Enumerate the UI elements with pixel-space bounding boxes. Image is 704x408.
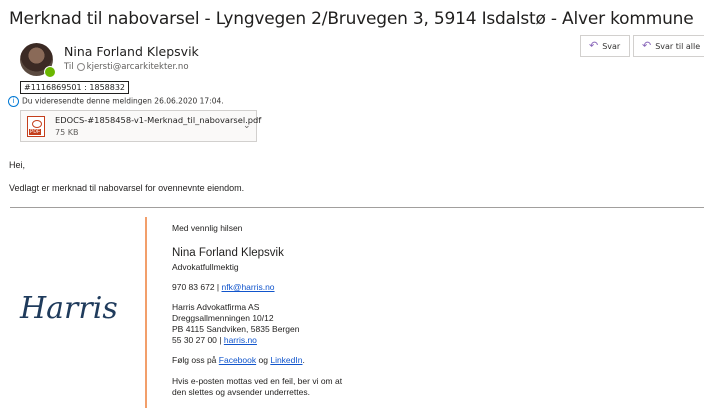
sig-disclaimer-2: den slettes og avsender underrettes. bbox=[172, 387, 310, 397]
sig-postbox: PB 4115 Sandviken, 5835 Bergen bbox=[172, 324, 300, 334]
sig-office-phone: 55 30 27 00 bbox=[172, 335, 217, 345]
reply-button[interactable]: ↶ Svar bbox=[580, 35, 630, 57]
attachment-card[interactable]: EDOCS-#1858458-v1-Merknad_til_nabovarsel… bbox=[20, 110, 261, 142]
linkedin-link[interactable]: LinkedIn bbox=[270, 355, 302, 365]
reply-all-label: Svar til alle bbox=[655, 42, 701, 51]
sig-name: Nina Forland Klepsvik bbox=[172, 247, 284, 259]
sig-follow-line: Følg oss på Facebook og LinkedIn. bbox=[172, 355, 305, 365]
forward-info-text: Du videresendte denne meldingen 26.06.20… bbox=[22, 96, 224, 106]
sig-company: Harris Advokatfirma AS bbox=[172, 302, 260, 312]
message-text: Vedlagt er merknad til nabovarsel for ov… bbox=[9, 183, 245, 193]
reply-arrow-icon: ↶ bbox=[589, 39, 599, 52]
pdf-file-icon bbox=[27, 116, 45, 137]
presence-available-icon bbox=[44, 66, 56, 78]
reply-all-button[interactable]: ↶ Svar til alle bbox=[633, 35, 704, 57]
sender-name[interactable]: Nina Forland Klepsvik bbox=[64, 44, 199, 59]
attachment-size: 75 KB bbox=[55, 128, 79, 137]
recipient-line: Til kjersti@arcarkitekter.no bbox=[64, 62, 189, 72]
to-label: Til bbox=[64, 62, 74, 72]
greeting-text: Hei, bbox=[9, 160, 26, 170]
recipient-address[interactable]: kjersti@arcarkitekter.no bbox=[87, 62, 189, 72]
sig-disclaimer-1: Hvis e-posten mottas ved en feil, ber vi… bbox=[172, 376, 343, 386]
harris-logo-text: Harris bbox=[19, 291, 118, 326]
recipient-status-icon bbox=[76, 62, 85, 71]
sig-street: Dreggsallmenningen 10/12 bbox=[172, 313, 274, 323]
signature-accent-line bbox=[145, 217, 147, 408]
sig-phone: 970 83 672 bbox=[172, 282, 215, 292]
signature-divider bbox=[10, 207, 704, 208]
sig-office-line: 55 30 27 00 | harris.no bbox=[172, 335, 257, 345]
sig-and: og bbox=[258, 355, 268, 365]
attachment-filename: EDOCS-#1858458-v1-Merknad_til_nabovarsel… bbox=[55, 115, 262, 125]
sig-period: . bbox=[302, 355, 305, 365]
harris-logo: Harris bbox=[19, 291, 118, 326]
reply-label: Svar bbox=[602, 42, 621, 51]
reply-all-arrow-icon: ↶ bbox=[642, 39, 652, 52]
forward-info: i Du videresendte denne meldingen 26.06.2… bbox=[8, 96, 224, 107]
sig-closing: Med vennlig hilsen bbox=[172, 223, 243, 233]
category-tag[interactable]: #1116869501 : 1858832 bbox=[20, 81, 130, 94]
sig-website-link[interactable]: harris.no bbox=[224, 335, 257, 345]
info-icon: i bbox=[8, 96, 19, 107]
email-subject: Merknad til nabovarsel - Lyngvegen 2/Bru… bbox=[9, 9, 694, 29]
sig-follow-prefix: Følg oss på bbox=[172, 355, 217, 365]
sig-email-link[interactable]: nfk@harris.no bbox=[221, 282, 274, 292]
sig-separator-2: | bbox=[216, 335, 224, 345]
chevron-down-icon[interactable]: ⌄ bbox=[243, 120, 251, 131]
sig-contact-line: 970 83 672 | nfk@harris.no bbox=[172, 282, 275, 292]
facebook-link[interactable]: Facebook bbox=[219, 355, 256, 365]
sig-title: Advokatfullmektig bbox=[172, 262, 239, 272]
